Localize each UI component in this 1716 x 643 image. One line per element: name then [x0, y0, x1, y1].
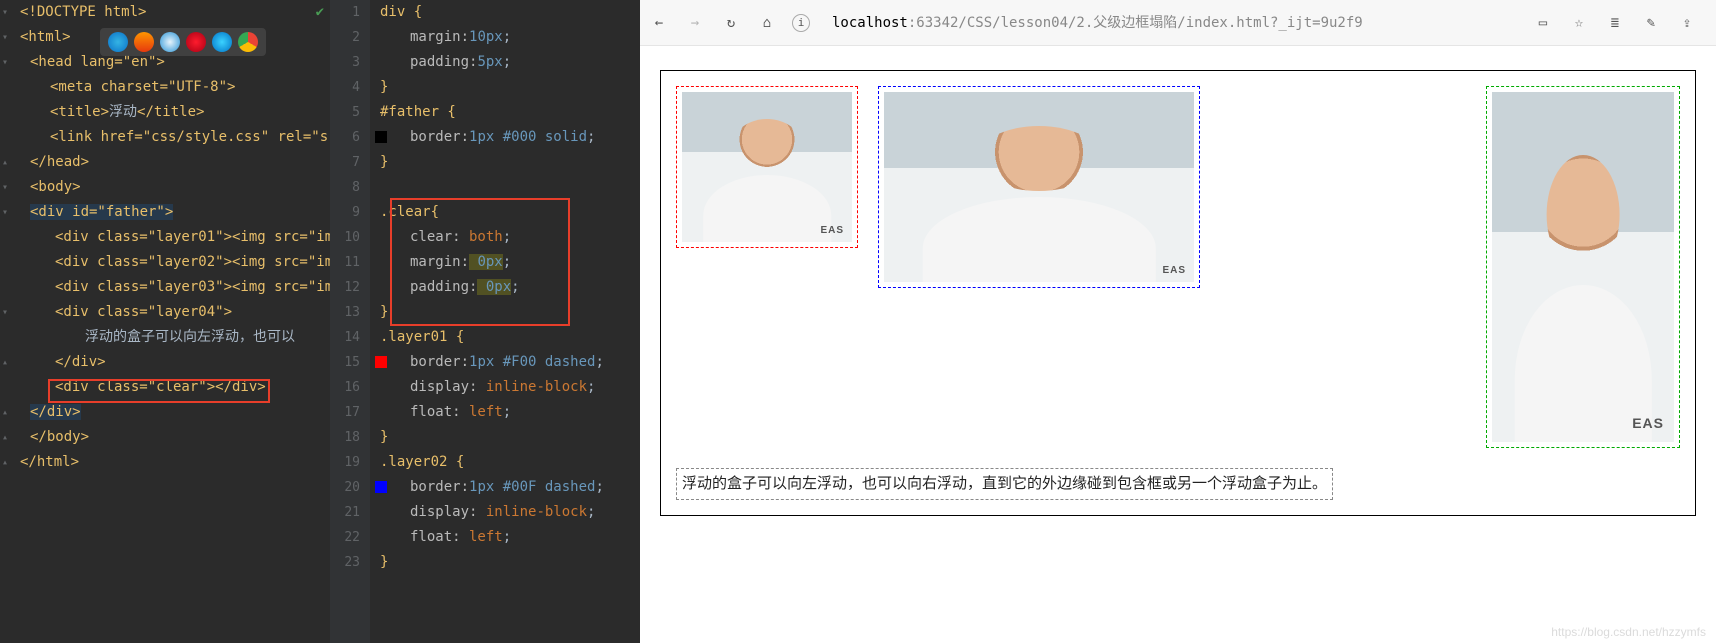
opera-icon[interactable]: [186, 32, 206, 52]
browser-preview: ← → ↻ ⌂ i localhost:63342/CSS/lesson04/2…: [640, 0, 1716, 643]
chrome-icon[interactable]: [238, 32, 258, 52]
css-code-body[interactable]: div { margin:10px; padding:5px; } #fathe…: [370, 0, 640, 575]
code-token: <div class="layer04">: [55, 304, 232, 320]
eas-label: EAS: [1632, 416, 1664, 430]
html-code-body[interactable]: ▾<!DOCTYPE html> ▾<html> ▾<head lang="en…: [0, 0, 330, 475]
father-container: EAS EAS EAS 浮动的盒子可以向左浮动，也可以向右浮动，直到它的外边缘碰…: [660, 70, 1696, 516]
reading-view-icon[interactable]: ▭: [1532, 12, 1554, 34]
browser-toolbar: ← → ↻ ⌂ i localhost:63342/CSS/lesson04/2…: [640, 0, 1716, 46]
code-token: <div class="clear"></div>: [55, 379, 266, 395]
address-bar[interactable]: localhost:63342/CSS/lesson04/2.父级边框塌陷/in…: [824, 9, 1518, 37]
code-token: <div class="layer03"><img src="im: [55, 279, 330, 295]
edge-icon[interactable]: [108, 32, 128, 52]
notes-icon[interactable]: ✎: [1640, 12, 1662, 34]
code-token: <body>: [30, 179, 81, 195]
layer03: EAS: [1486, 86, 1680, 448]
home-button[interactable]: ⌂: [756, 12, 778, 34]
share-icon[interactable]: ⇪: [1676, 12, 1698, 34]
code-token: </div>: [55, 354, 106, 370]
line-gutter: 1234567891011121314151617181920212223: [330, 0, 370, 643]
code-token: <div id="father">: [30, 204, 173, 220]
code-token: <title>: [50, 104, 109, 120]
portrait-image-2: EAS: [884, 92, 1194, 282]
code-token: <html>: [20, 29, 71, 45]
layer02: EAS: [878, 86, 1200, 288]
html-editor-pane[interactable]: ▾<!DOCTYPE html> ▾<html> ▾<head lang="en…: [0, 0, 330, 643]
code-token: </head>: [30, 154, 89, 170]
code-token: <link href="css/style.css" rel="s: [50, 129, 328, 145]
code-token: <head lang="en">: [30, 54, 165, 70]
ie-icon[interactable]: [212, 32, 232, 52]
code-token: </div>: [30, 404, 81, 420]
favorites-bar-icon[interactable]: ≣: [1604, 12, 1626, 34]
code-token: <!DOCTYPE html>: [20, 4, 146, 20]
code-token: <meta charset="UTF-8">: [50, 79, 235, 95]
portrait-image-3: EAS: [1492, 92, 1674, 442]
rendered-page: EAS EAS EAS 浮动的盒子可以向左浮动，也可以向右浮动，直到它的外边缘碰…: [640, 46, 1716, 643]
forward-button[interactable]: →: [684, 12, 706, 34]
back-button[interactable]: ←: [648, 12, 670, 34]
ide-browser-icons[interactable]: [100, 28, 266, 56]
code-token: </body>: [30, 429, 89, 445]
layer04-text: 浮动的盒子可以向左浮动，也可以向右浮动，直到它的外边缘碰到包含框或另一个浮动盒子…: [676, 468, 1333, 500]
css-editor-pane[interactable]: 1234567891011121314151617181920212223 di…: [330, 0, 640, 643]
safari-icon[interactable]: [160, 32, 180, 52]
firefox-icon[interactable]: [134, 32, 154, 52]
layer01: EAS: [676, 86, 858, 248]
code-token: </html>: [20, 454, 79, 470]
code-token: <div class="layer02"><img src="im: [55, 254, 330, 270]
code-token: 浮动的盒子可以向左浮动，也可以: [85, 329, 295, 345]
eas-label: EAS: [1162, 266, 1186, 276]
portrait-image-1: EAS: [682, 92, 852, 242]
checkmark-icon: ✔: [316, 4, 324, 20]
watermark: https://blog.csdn.net/hzzymfs: [1551, 625, 1706, 639]
code-token: <div class="layer01"><img src="im: [55, 229, 330, 245]
favorite-icon[interactable]: ☆: [1568, 12, 1590, 34]
info-icon[interactable]: i: [792, 14, 810, 32]
eas-label: EAS: [820, 226, 844, 236]
refresh-button[interactable]: ↻: [720, 12, 742, 34]
